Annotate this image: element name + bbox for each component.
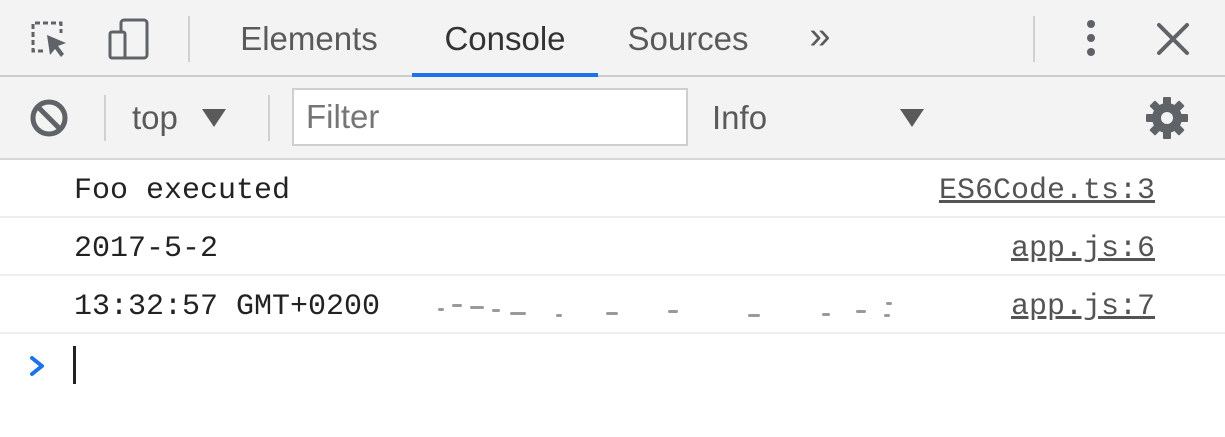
dropdown-arrow-icon <box>900 109 924 127</box>
message-text: 2017-5-2 <box>74 232 219 266</box>
context-selector[interactable]: top <box>132 95 226 141</box>
vertical-ellipsis-icon[interactable] <box>1068 16 1114 62</box>
inspect-element-icon[interactable] <box>26 16 72 62</box>
console-message: 2017-5-2 app.js:6 <box>0 218 1225 276</box>
text-cursor <box>73 346 76 384</box>
console-toolbar: top Info <box>0 77 1225 160</box>
toolbar-separator-2 <box>268 95 270 141</box>
device-toolbar-icon[interactable] <box>107 16 153 62</box>
console-messages: Foo executed ES6Code.ts:3 2017-5-2 app.j… <box>0 160 1225 334</box>
context-selector-label: top <box>132 99 178 136</box>
gear-icon[interactable] <box>1144 95 1190 141</box>
clear-console-icon[interactable] <box>26 95 72 141</box>
console-message: 13:32:57 GMT+0200 app.js:7 <box>0 276 1225 334</box>
console-prompt[interactable] <box>0 334 1225 394</box>
tabbar-separator-right <box>1033 16 1035 62</box>
tab-sources[interactable]: Sources <box>606 0 770 77</box>
devtools-tabbar: Elements Console Sources » <box>0 0 1225 77</box>
chevron-double-right-icon[interactable]: » <box>792 0 848 77</box>
dropdown-arrow-icon <box>201 109 226 127</box>
message-source-link[interactable]: ES6Code.ts:3 <box>939 174 1155 208</box>
message-text: Foo executed <box>74 174 291 208</box>
toolbar-separator <box>104 95 106 141</box>
close-icon[interactable] <box>1150 16 1196 62</box>
tab-console[interactable]: Console <box>412 0 598 77</box>
tabbar-separator <box>188 16 190 62</box>
log-level-label: Info <box>712 99 768 136</box>
message-source-link[interactable]: app.js:7 <box>1011 290 1155 324</box>
devtools-window: Elements Console Sources » top Filter In… <box>0 0 1225 437</box>
message-source-link[interactable]: app.js:6 <box>1011 232 1155 266</box>
prompt-chevron-icon <box>30 356 44 376</box>
log-level-selector[interactable]: Info <box>712 95 932 141</box>
tab-elements[interactable]: Elements <box>214 0 404 77</box>
console-message: Foo executed ES6Code.ts:3 <box>0 160 1225 218</box>
filter-input[interactable] <box>292 88 688 146</box>
message-text: 13:32:57 GMT+0200 <box>74 290 381 324</box>
